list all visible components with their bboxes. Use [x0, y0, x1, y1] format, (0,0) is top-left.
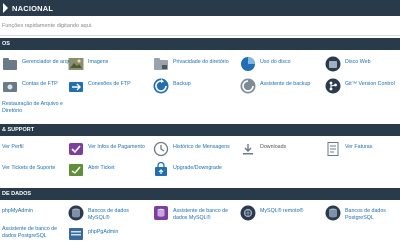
- images-icon: [68, 56, 84, 72]
- item-label: Git™ Version Control: [345, 81, 395, 87]
- item-label: phpPgAdmin: [88, 229, 119, 235]
- item-label: Bancos de dados PostgreSQL: [345, 208, 386, 221]
- upgrade-icon: [153, 162, 169, 178]
- web-disk-link[interactable]: Disco Web: [325, 56, 371, 72]
- ftp-connections-icon: [68, 78, 84, 94]
- git-icon: [325, 78, 341, 94]
- backup-wizard-icon: [240, 78, 256, 94]
- images-link[interactable]: Imagens: [68, 56, 108, 72]
- section-header-files[interactable]: OS: [0, 38, 400, 50]
- item-label: Downloads: [260, 144, 287, 150]
- item-label: Privacidade do diretório: [173, 59, 229, 65]
- phppgadmin-icon: [68, 226, 84, 242]
- item-label: Ver Tickets de Suporte: [2, 165, 56, 171]
- section-header-databases[interactable]: DE DADOS: [0, 188, 400, 200]
- item-label: Abrir Ticket: [88, 165, 115, 171]
- item-label: Ver Perfil: [2, 144, 24, 150]
- mysql-wizard-icon: [153, 205, 169, 221]
- item-label: phpMyAdmin: [2, 208, 33, 214]
- brand-name: NACIONAL: [12, 3, 54, 13]
- downloads-link[interactable]: Downloads: [240, 141, 286, 157]
- item-label: Assistente de backup: [260, 81, 311, 87]
- search-input[interactable]: [2, 20, 398, 32]
- downloads-icon: [240, 141, 256, 157]
- item-label: Backup: [173, 81, 191, 87]
- remote-mysql-icon: [240, 205, 256, 221]
- item-label: Assistente de banco de dados PostgreSQL: [2, 226, 58, 239]
- profile-link[interactable]: Ver Perfil: [2, 141, 24, 157]
- payment-icon: [68, 141, 84, 157]
- backup-icon: [153, 78, 169, 94]
- open-ticket-icon: [68, 162, 84, 178]
- file-manager-icon: [2, 56, 18, 72]
- item-label: Assistente de banco de dados MySQL®: [173, 208, 229, 221]
- phppgadmin-link[interactable]: phpPgAdmin: [68, 226, 118, 242]
- phpmyadmin-link[interactable]: phpMyAdmin: [2, 205, 33, 221]
- item-label: Disco Web: [345, 59, 371, 65]
- payment-link[interactable]: Ver Infos de Pagamento: [68, 141, 145, 157]
- search-bar: [0, 16, 400, 36]
- open-ticket-link[interactable]: Abrir Ticket: [68, 162, 115, 178]
- item-label: Bancos de dados MySQL®: [88, 208, 129, 221]
- disk-usage-icon: [240, 56, 256, 72]
- restore-link[interactable]: Restauração de Arquivo e Diretório: [2, 98, 72, 114]
- message-history-icon: [153, 141, 169, 157]
- git-link[interactable]: Git™ Version Control: [325, 78, 395, 94]
- item-label: Conexões de FTP: [88, 81, 131, 87]
- ftp-accounts-icon: [2, 78, 18, 94]
- item-label: Contas de FTP: [22, 81, 58, 87]
- item-label: Uso do disco: [260, 59, 291, 65]
- ftp-accounts-link[interactable]: Contas de FTP: [2, 78, 58, 94]
- mysql-databases-icon: [68, 205, 84, 221]
- postgresql-wizard-link[interactable]: Assistente de banco de dados PostgreSQL: [2, 226, 66, 242]
- item-label: Restauração de Arquivo e Diretório: [2, 101, 63, 114]
- mysql-wizard-link[interactable]: Assistente de banco de dados MySQL®: [153, 205, 235, 221]
- backup-link[interactable]: Backup: [153, 78, 191, 94]
- item-label: Ver Infos de Pagamento: [88, 144, 145, 150]
- item-label: Upgrade/Downgrade: [173, 165, 222, 171]
- web-disk-icon: [325, 56, 341, 72]
- item-label: MySQL® remoto®: [260, 208, 304, 214]
- brand-mark-icon: [3, 3, 8, 13]
- backup-wizard-link[interactable]: Assistente de backup: [240, 78, 310, 94]
- message-history-link[interactable]: Histórico de Mensagens: [153, 141, 230, 157]
- ftp-connections-link[interactable]: Conexões de FTP: [68, 78, 131, 94]
- item-label: Histórico de Mensagens: [173, 144, 230, 150]
- support-tickets-link[interactable]: Ver Tickets de Suporte: [2, 162, 55, 178]
- top-bar: NACIONAL: [0, 0, 400, 16]
- directory-privacy-link[interactable]: Privacidade do diretório: [153, 56, 229, 72]
- item-label: Imagens: [88, 59, 109, 65]
- brand-logo[interactable]: NACIONAL: [3, 3, 53, 13]
- remote-mysql-link[interactable]: MySQL® remoto®: [240, 205, 303, 221]
- item-label: Ver Faturas: [345, 144, 373, 150]
- disk-usage-link[interactable]: Uso do disco: [240, 56, 291, 72]
- upgrade-link[interactable]: Upgrade/Downgrade: [153, 162, 222, 178]
- invoices-link[interactable]: Ver Faturas: [325, 141, 372, 157]
- directory-privacy-icon: [153, 56, 169, 72]
- postgresql-databases-icon: [325, 205, 341, 221]
- section-header-support[interactable]: & SUPPORT: [0, 124, 400, 136]
- mysql-databases-link[interactable]: Bancos de dados MySQL®: [68, 205, 150, 221]
- invoices-icon: [325, 141, 341, 157]
- postgresql-databases-link[interactable]: Bancos de dados PostgreSQL: [325, 205, 400, 221]
